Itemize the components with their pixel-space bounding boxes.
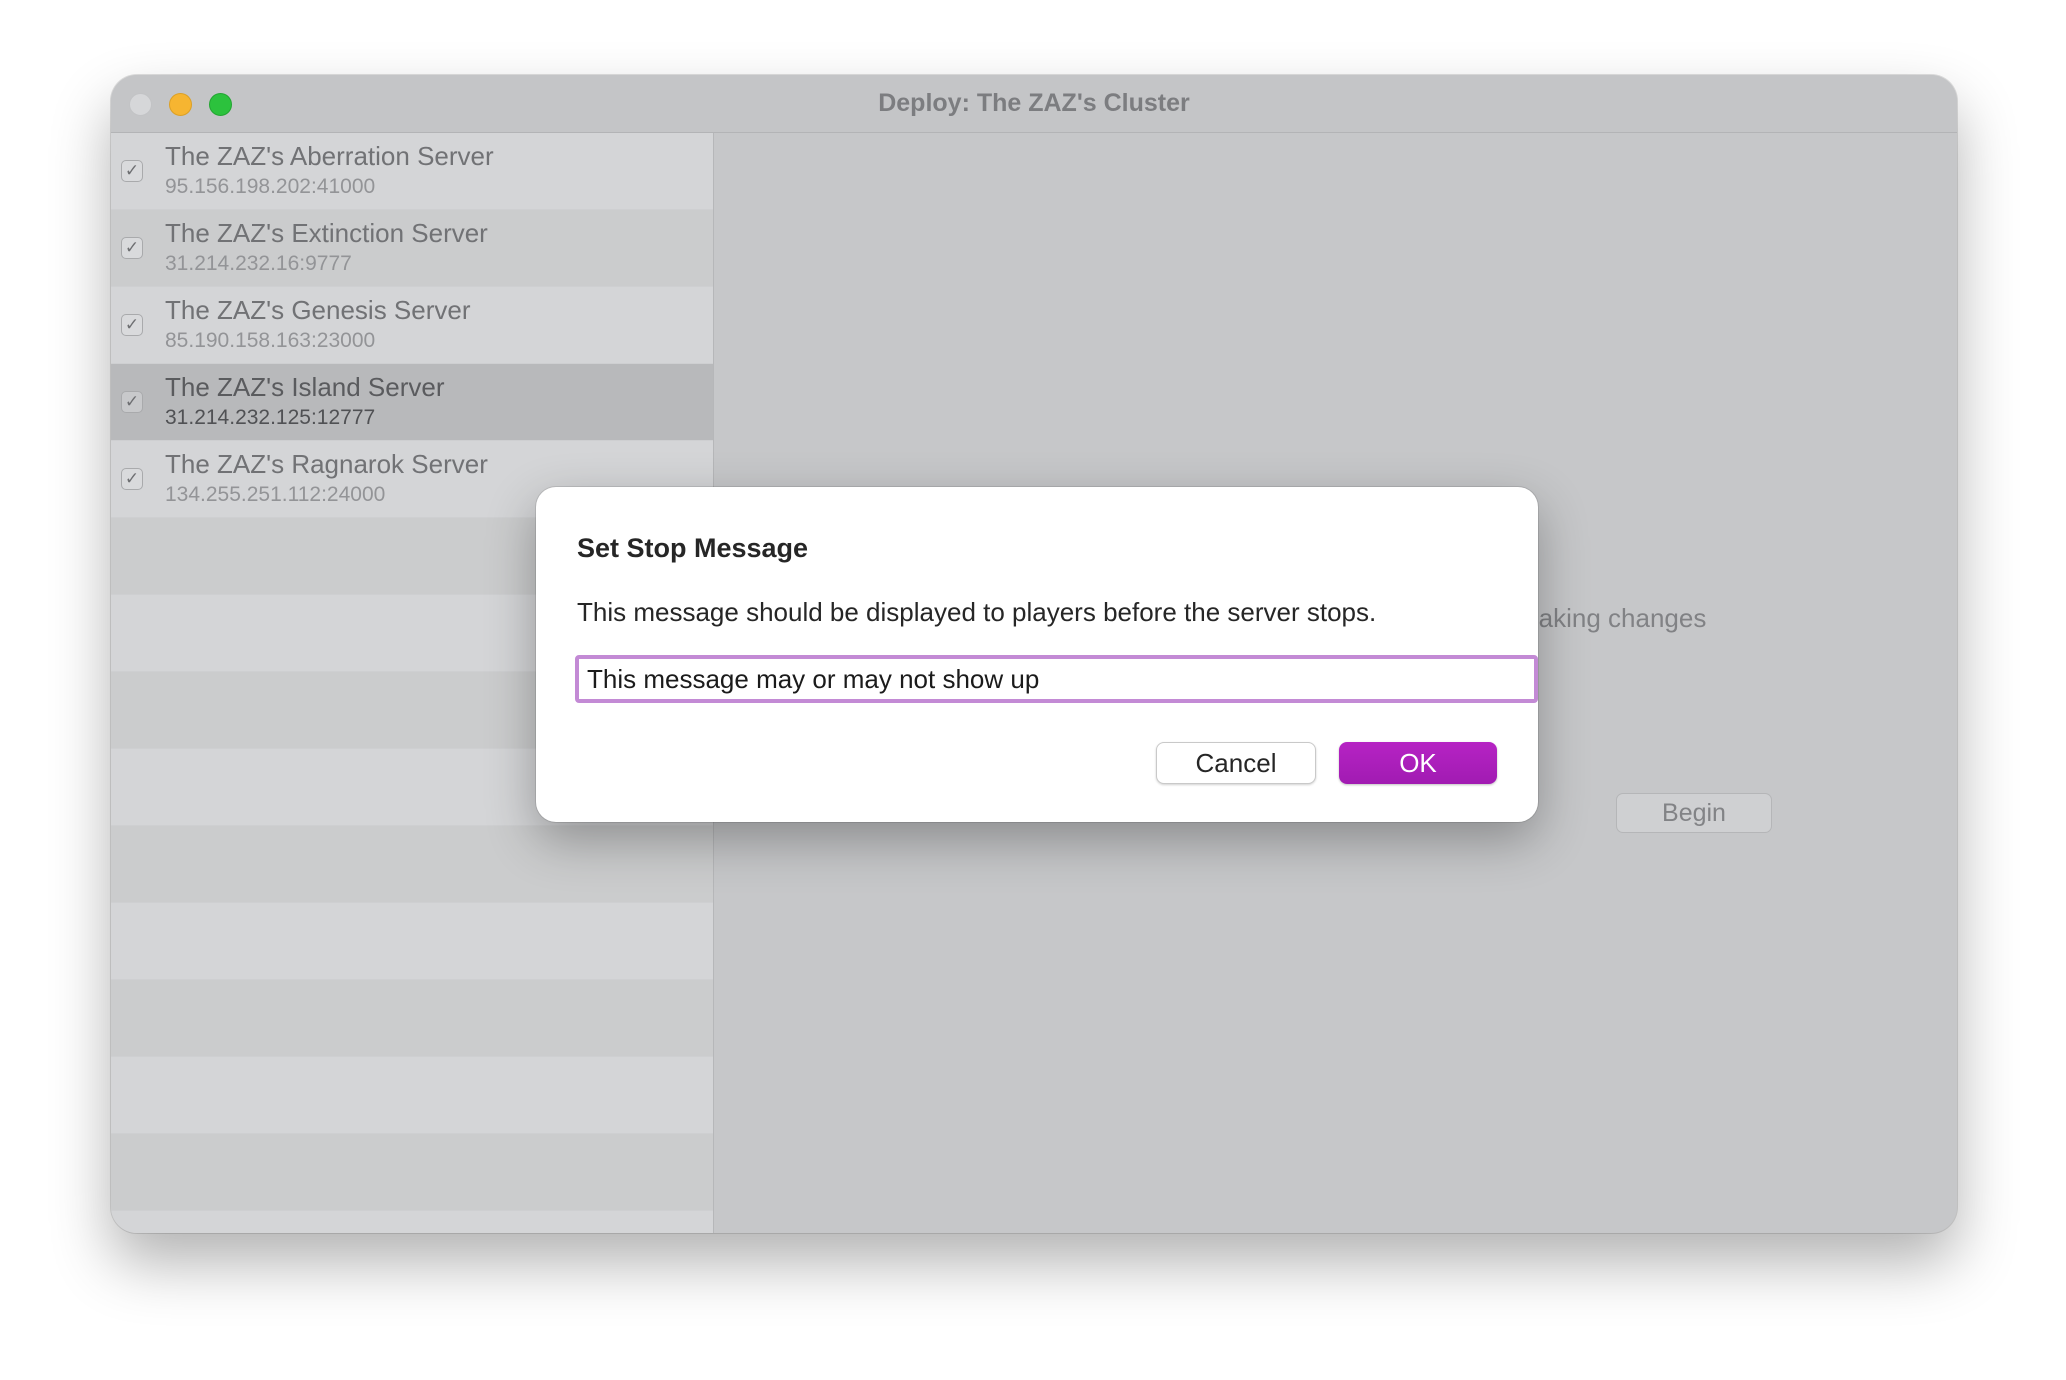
- server-name: The ZAZ's Ragnarok Server: [165, 449, 488, 479]
- server-address: 95.156.198.202:41000: [165, 175, 376, 198]
- server-name: The ZAZ's Aberration Server: [165, 141, 494, 171]
- checkbox[interactable]: ✓: [121, 391, 143, 413]
- dialog-title: Set Stop Message: [577, 533, 809, 563]
- checkbox[interactable]: ✓: [121, 160, 143, 182]
- server-address: 134.255.251.112:24000: [165, 483, 386, 506]
- server-address: 85.190.158.163:23000: [165, 329, 376, 352]
- server-name: The ZAZ's Genesis Server: [165, 295, 471, 325]
- empty-row: [111, 1134, 713, 1210]
- main-instruction-text: making changes: [1531, 603, 1707, 633]
- empty-row: [111, 826, 713, 902]
- dialog-message: This message should be displayed to play…: [577, 597, 1377, 627]
- title-bar[interactable]: Deploy: The ZAZ's Cluster: [111, 75, 1957, 133]
- cancel-button[interactable]: Cancel: [1156, 742, 1316, 784]
- stop-message-input[interactable]: [575, 655, 1538, 703]
- empty-row: [111, 1211, 713, 1233]
- server-name: The ZAZ's Extinction Server: [165, 218, 488, 248]
- server-row-aberration[interactable]: ✓ The ZAZ's Aberration Server 95.156.198…: [111, 133, 713, 209]
- begin-button[interactable]: Begin: [1616, 793, 1772, 833]
- set-stop-message-dialog: Set Stop Message This message should be …: [536, 487, 1538, 822]
- empty-row: [111, 1057, 713, 1133]
- checkbox[interactable]: ✓: [121, 468, 143, 490]
- server-address: 31.214.232.16:9777: [165, 252, 352, 275]
- checkbox[interactable]: ✓: [121, 314, 143, 336]
- ok-button[interactable]: OK: [1339, 742, 1497, 784]
- server-row-genesis[interactable]: ✓ The ZAZ's Genesis Server 85.190.158.16…: [111, 287, 713, 363]
- server-address: 31.214.232.125:12777: [165, 406, 376, 429]
- checkbox[interactable]: ✓: [121, 237, 143, 259]
- window-title: Deploy: The ZAZ's Cluster: [878, 89, 1190, 117]
- empty-row: [111, 980, 713, 1056]
- server-row-extinction[interactable]: ✓ The ZAZ's Extinction Server 31.214.232…: [111, 210, 713, 286]
- server-name: The ZAZ's Island Server: [165, 372, 445, 402]
- server-row-island[interactable]: ✓ The ZAZ's Island Server 31.214.232.125…: [111, 364, 713, 440]
- empty-row: [111, 903, 713, 979]
